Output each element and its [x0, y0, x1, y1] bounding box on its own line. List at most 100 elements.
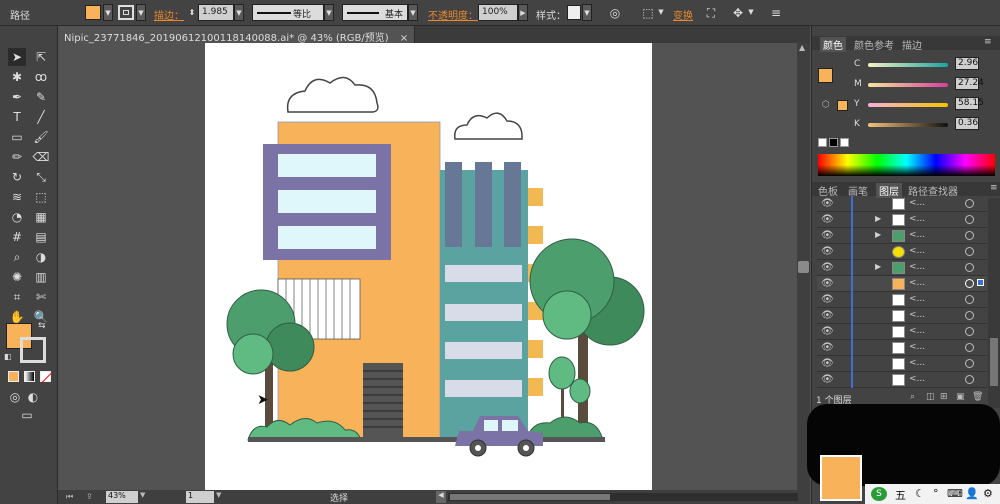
none-swatch[interactable] [818, 138, 827, 147]
layers-menu-icon[interactable]: ≡ [990, 183, 998, 193]
isolate-object-icon[interactable]: ⛶ [703, 5, 719, 21]
eye-icon[interactable]: 👁 [821, 342, 834, 353]
direct-selection-tool-icon[interactable]: ⇱ [32, 48, 50, 66]
lasso-tool-icon[interactable]: ꝏ [32, 68, 50, 86]
moon-icon[interactable]: ☾ [915, 487, 925, 500]
layer-row[interactable]: 👁 ▶ <... [817, 212, 987, 228]
none-mode-icon[interactable] [40, 371, 53, 383]
slice-tool-icon[interactable]: ✄ [32, 288, 50, 306]
eye-icon[interactable]: 👁 [821, 278, 834, 289]
eye-icon[interactable]: 👁 [821, 374, 834, 385]
draw-behind-icon[interactable]: ◐ [24, 388, 42, 406]
keyboard-icon[interactable]: ⌨ [947, 487, 963, 500]
expand-arrow-icon[interactable]: ▶ [875, 230, 881, 239]
layer-row[interactable]: 👁 ▶ <... [817, 260, 987, 276]
target-icon[interactable] [965, 295, 974, 304]
ime-mode-label[interactable]: 五 [895, 487, 906, 503]
expand-arrow-icon[interactable]: ▶ [875, 262, 881, 271]
artboard-tool-icon[interactable]: ⌗ [8, 288, 26, 306]
align-dropdown-arrow[interactable]: ▼ [656, 4, 666, 21]
channel-m-value[interactable]: 27.24 [955, 77, 984, 90]
page-input[interactable]: 1 [186, 491, 214, 503]
zoom-dropdown-arrow[interactable]: ▼ [140, 491, 145, 499]
eye-icon[interactable]: 👁 [821, 294, 834, 305]
layer-row-selected[interactable]: 👁 <... [817, 276, 987, 292]
target-icon[interactable] [965, 311, 974, 320]
panel-menu-icon[interactable]: ≡ [768, 5, 784, 21]
width-tool-icon[interactable]: ≋ [8, 188, 26, 206]
stroke-dropdown-arrow[interactable]: ▼ [136, 4, 146, 21]
brush-dropdown-arrow[interactable]: ▼ [408, 4, 418, 21]
gradient-mode-icon[interactable] [24, 371, 35, 382]
eye-icon[interactable]: 👁 [821, 326, 834, 337]
channel-c-value[interactable]: 2.96 [955, 57, 979, 70]
ime-logo-icon[interactable]: S [871, 487, 887, 501]
scroll-up-icon[interactable]: ▲ [799, 43, 805, 52]
channel-k-value[interactable]: 0.36 [955, 117, 979, 130]
color-fill-swatch[interactable] [818, 68, 833, 83]
tab-stroke[interactable]: 描边 [902, 37, 922, 52]
eraser-tool-icon[interactable]: ⌫ [32, 148, 50, 166]
stroke-color-box[interactable] [20, 337, 46, 363]
free-transform-tool-icon[interactable]: ⬚ [32, 188, 50, 206]
perspective-grid-tool-icon[interactable]: ▦ [32, 208, 50, 226]
selection-indicator[interactable] [977, 279, 984, 286]
scrollbar-thumb[interactable] [798, 261, 809, 273]
hscroll-thumb[interactable] [450, 494, 610, 500]
layer-row[interactable]: 👁 <... [817, 196, 987, 212]
rotate-tool-icon[interactable]: ↻ [8, 168, 26, 186]
scale-tool-icon[interactable]: ⤡ [32, 168, 50, 186]
document-tab[interactable]: Nipic_23771846_20190612100118140088.ai* … [58, 26, 416, 44]
brush-definition-select[interactable]: 基本 [342, 4, 408, 21]
stroke-label[interactable]: 描边： [154, 7, 184, 22]
black-swatch[interactable] [829, 138, 838, 147]
opacity-dropdown-arrow[interactable]: ▶ [518, 4, 528, 21]
target-icon[interactable] [965, 231, 974, 240]
channel-y-value[interactable]: 58.15 [955, 97, 984, 110]
selection-tool-icon[interactable]: ➤ [8, 48, 26, 66]
target-icon[interactable] [965, 279, 974, 288]
stroke-weight-input[interactable]: 1.985 [198, 4, 234, 21]
graphic-style-swatch[interactable] [567, 5, 581, 20]
stroke-swatch[interactable] [118, 5, 134, 20]
layer-row[interactable]: 👁 <... [817, 324, 987, 340]
screen-mode-icon[interactable]: ▭ [18, 406, 36, 424]
recolor-artwork-icon[interactable]: ◎ [607, 5, 623, 21]
eye-icon[interactable]: 👁 [821, 198, 834, 209]
profile-dropdown-arrow[interactable]: ▼ [324, 4, 334, 21]
channel-c-slider[interactable] [868, 63, 948, 67]
fill-dropdown-arrow[interactable]: ▼ [103, 4, 113, 21]
draw-normal-icon[interactable]: ◎ [6, 388, 24, 406]
tab-color-guide[interactable]: 颜色参考 [854, 37, 894, 52]
graph-tool-icon[interactable]: ▥ [32, 268, 50, 286]
layers-scrollbar[interactable] [988, 198, 1000, 408]
variable-width-profile-select[interactable]: 等比 [252, 4, 324, 21]
target-icon[interactable] [965, 215, 974, 224]
eye-icon[interactable]: 👁 [821, 214, 834, 225]
eyedropper-tool-icon[interactable]: ⌕ [8, 248, 26, 266]
locate-object-icon[interactable]: ⌕ [910, 392, 915, 402]
color-mode-icon[interactable] [8, 371, 19, 382]
pencil-tool-icon[interactable]: ✏ [8, 148, 26, 166]
swap-colors-icon[interactable]: ⇆ [38, 321, 46, 331]
layer-row[interactable]: 👁 <... [817, 372, 987, 388]
align-icon[interactable]: ⬚ [640, 5, 656, 21]
stroke-weight-dropdown[interactable]: ▼ [234, 4, 244, 21]
type-tool-icon[interactable]: T [8, 108, 26, 126]
mesh-tool-icon[interactable]: # [8, 228, 26, 246]
magic-wand-tool-icon[interactable]: ✱ [8, 68, 26, 86]
eye-icon[interactable]: 👁 [821, 246, 834, 257]
eye-icon[interactable]: 👁 [821, 262, 834, 273]
target-icon[interactable] [965, 263, 974, 272]
layer-row[interactable]: 👁 <... [817, 244, 987, 260]
white-swatch[interactable] [840, 138, 849, 147]
options-dropdown-arrow[interactable]: ▼ [746, 4, 756, 21]
settings-icon[interactable]: ⚙ [983, 487, 993, 500]
web-safe-swatch[interactable] [837, 100, 848, 111]
new-sublayer-icon[interactable]: ⊞ [940, 392, 948, 402]
new-layer-icon[interactable]: ▣ [956, 392, 965, 402]
punctuation-icon[interactable]: ° [933, 487, 939, 500]
gradient-tool-icon[interactable]: ▤ [32, 228, 50, 246]
zoom-input[interactable]: 43% [106, 491, 138, 503]
horizontal-scrollbar[interactable] [448, 493, 798, 501]
